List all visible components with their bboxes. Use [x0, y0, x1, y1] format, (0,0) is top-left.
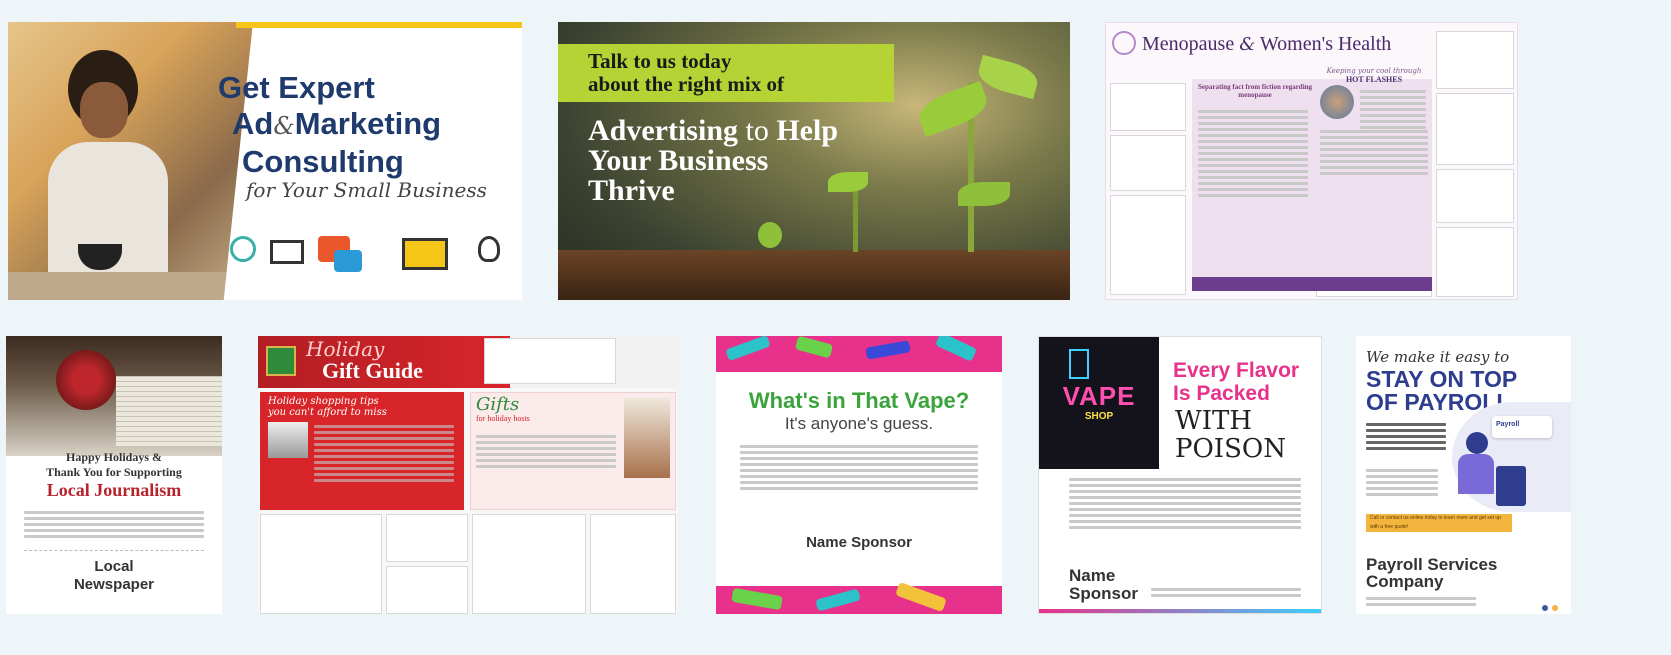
ad-tile-menopause[interactable]: Menopause & Women's Health Separating fa… — [1105, 22, 1518, 300]
headline-advertising: Advertising — [588, 114, 738, 147]
payroll-script: We make it easy to — [1366, 348, 1510, 366]
payroll-widget-label: Payroll — [1496, 421, 1520, 428]
journalism-line3: Local Journalism — [46, 480, 182, 500]
title-amp: & — [1239, 34, 1256, 55]
flavor-handwritten: WITH POISON — [1175, 407, 1286, 463]
hosts-heading-line2: for holiday hosts — [476, 414, 530, 423]
sponsor-line1: Local — [94, 558, 134, 575]
headline-amp: & — [273, 112, 295, 140]
portrait-photo — [1320, 85, 1354, 119]
ad-tile-flavor[interactable]: VAPE SHOP Every Flavor Is Packed WITH PO… — [1038, 336, 1322, 614]
gift-title-line1: Holiday — [306, 337, 385, 361]
gift-box-icon — [266, 346, 296, 376]
title-menopause: Menopause — [1142, 33, 1235, 55]
headline-ad: Ad — [232, 106, 274, 141]
footer-bar — [1192, 277, 1432, 291]
gift-title: Holiday Gift Guide — [306, 338, 423, 382]
neon-vape: VAPE — [1062, 381, 1136, 411]
social-icons — [1542, 598, 1559, 614]
marketing-icons — [230, 232, 520, 282]
envelope-icon — [270, 240, 304, 264]
payroll-line1: STAY ON TOP — [1366, 366, 1518, 392]
journalism-line2: Thank You for Supporting — [46, 465, 182, 479]
sponsor-line2: Newspaper — [73, 576, 155, 593]
vape-headline: What's in That Vape? — [748, 388, 970, 413]
person-figure — [1466, 432, 1488, 454]
hosts-heading: Gifts for holiday hosts — [476, 394, 530, 424]
web-icon — [1552, 605, 1559, 611]
flavor-sponsor: Name Sponsor — [1069, 567, 1138, 603]
banner-line1: Talk to us today — [588, 49, 732, 73]
headline-to: to — [745, 114, 769, 147]
advertising-headline: Advertising to Help Your Business Thrive — [588, 116, 838, 206]
flavor-poison: POISON — [1175, 434, 1286, 464]
banner-line2: about the right mix of — [588, 72, 784, 96]
hot-flashes-line2: HOT FLASHES — [1345, 75, 1403, 84]
flavor-sponsor-line1: Name — [1069, 566, 1116, 585]
consulting-headline: Get Expert Ad&Marketing Consulting — [218, 70, 518, 180]
accent-bar — [236, 22, 522, 28]
menopause-subheading: Separating fact from fiction regarding m… — [1197, 83, 1313, 99]
ad-tile-consulting[interactable]: Get Expert Ad&Marketing Consulting for Y… — [8, 22, 522, 300]
vape-subheadline: It's anyone's guess. — [784, 414, 934, 433]
calculator-icon — [1496, 466, 1526, 506]
payroll-illustration: Payroll — [1452, 402, 1571, 512]
flavor-sponsor-line2: Sponsor — [1069, 584, 1138, 603]
lightbulb-icon — [478, 236, 500, 262]
payroll-company: Payroll Services Company — [1366, 556, 1497, 590]
document-icon — [230, 236, 256, 262]
headline-line1: Get Expert — [218, 70, 375, 105]
journalism-headline: Happy Holidays & Thank You for Supportin… — [6, 450, 222, 501]
ad-tile-payroll[interactable]: We make it easy to STAY ON TOP OF PAYROL… — [1356, 336, 1571, 614]
facebook-icon — [1542, 605, 1548, 611]
consulting-script: for Your Small Business — [246, 178, 487, 202]
journalism-line1: Happy Holidays & — [65, 450, 163, 464]
tips-heading: Holiday shopping tips you can't afford t… — [268, 396, 387, 418]
ad-tile-advertising[interactable]: Talk to us today about the right mix of … — [558, 22, 1070, 300]
payroll-company-line2: Company — [1366, 572, 1444, 591]
flavor-line2: Is Packed — [1173, 382, 1270, 405]
tips-heading-line2: you can't afford to miss — [268, 407, 387, 418]
berries — [56, 350, 116, 410]
headline-line3: Thrive — [588, 174, 675, 207]
hot-flashes-heading: Keeping your cool through HOT FLASHES — [1318, 67, 1430, 84]
flavor-headline: Every Flavor Is Packed — [1173, 359, 1299, 405]
headline-line3: Consulting — [242, 144, 404, 179]
ad-tile-vape[interactable]: What's in That Vape? It's anyone's guess… — [716, 336, 1002, 614]
neon-shop: SHOP — [1084, 411, 1114, 422]
title-womens-health: Women's Health — [1259, 33, 1392, 55]
payroll-cta: Call or contact us online today to learn… — [1366, 514, 1512, 532]
newspaper-photo — [6, 336, 222, 456]
folder-icon — [402, 238, 448, 270]
soil — [558, 250, 1070, 300]
tips-heading-line1: Holiday shopping tips — [268, 396, 379, 407]
headline-marketing: Marketing — [294, 106, 442, 141]
gift-title-line2: Gift Guide — [322, 358, 423, 383]
ad-tile-journalism[interactable]: Happy Holidays & Thank You for Supportin… — [6, 336, 222, 614]
vape-sponsor: Name Sponsor — [806, 534, 912, 551]
photo-woman-cafe — [8, 22, 253, 300]
flavor-with: WITH — [1175, 406, 1253, 436]
kitten-photo — [268, 422, 308, 458]
hot-flashes-line1: Keeping your cool through — [1326, 67, 1422, 75]
neon-sign: VAPE SHOP — [1039, 337, 1159, 469]
menopause-title: Menopause & Women's Health — [1142, 33, 1391, 56]
flavor-bottom-bar — [1039, 609, 1321, 613]
ad-tile-gift-guide[interactable]: Holiday Gift Guide Holiday shopping tips… — [258, 336, 678, 614]
headline-line2: Your Business — [588, 144, 769, 177]
flavor-line1: Every Flavor — [1173, 359, 1300, 382]
payroll-company-line1: Payroll Services — [1366, 555, 1498, 574]
headline-help: Help — [776, 114, 839, 147]
hosts-heading-line1: Gifts — [476, 394, 520, 415]
woman-photo — [624, 398, 670, 478]
banner-text: Talk to us today about the right mix of — [588, 50, 784, 96]
chat-icon-blue — [334, 250, 362, 272]
sponsor-name: Local Newspaper — [6, 558, 222, 594]
flower-icon — [1112, 31, 1136, 55]
